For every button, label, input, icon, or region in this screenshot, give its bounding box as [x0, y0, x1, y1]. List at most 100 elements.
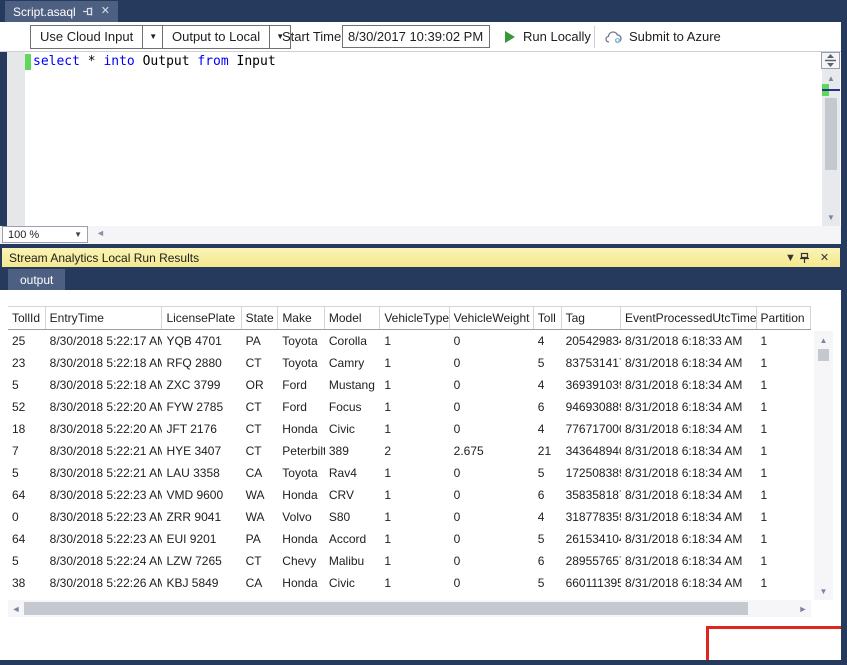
- close-icon[interactable]: ✕: [816, 251, 833, 264]
- table-header-row: TollIdEntryTimeLicensePlateStateMakeMode…: [8, 306, 811, 330]
- start-time-input[interactable]: [342, 25, 490, 48]
- scroll-left-icon[interactable]: ◄: [8, 601, 24, 616]
- table-cell: 1: [380, 418, 449, 440]
- table-cell: 1: [757, 572, 811, 594]
- table-body: 258/30/2018 5:22:17 AMYQB 4701PAToyotaCo…: [8, 330, 811, 600]
- window-position-icon[interactable]: ▼: [782, 252, 799, 264]
- table-cell: FYW 2785: [162, 396, 241, 418]
- table-cell: OR: [242, 374, 279, 396]
- column-header-eventprocessedutctime[interactable]: EventProcessedUtcTime: [621, 307, 757, 329]
- table-row[interactable]: 58/30/2018 5:22:21 AMLAU 3358CAToyotaRav…: [8, 462, 811, 484]
- table-row[interactable]: 238/30/2018 5:22:18 AMRFQ 2880CTToyotaCa…: [8, 352, 811, 374]
- table-row[interactable]: 08/30/2018 5:22:23 AMZRR 9041WAVolvoS801…: [8, 506, 811, 528]
- pin-icon[interactable]: [83, 6, 94, 17]
- table-cell: Honda: [278, 572, 325, 594]
- input-source-dropdown[interactable]: Use Cloud Input ▼: [30, 25, 164, 49]
- chevron-down-icon[interactable]: ▼: [142, 26, 163, 48]
- tab-output[interactable]: output: [8, 269, 65, 290]
- zoom-level-dropdown[interactable]: 100 % ▼: [2, 226, 88, 243]
- table-cell: 1: [380, 572, 449, 594]
- table-row[interactable]: 78/30/2018 5:22:21 AMHYE 3407CTPeterbilt…: [8, 440, 811, 462]
- query-code-line[interactable]: select * into Output from Input: [33, 54, 276, 69]
- table-cell: 837531417: [562, 352, 621, 374]
- table-row[interactable]: 648/30/2018 5:22:23 AMEUI 9201PAHondaAcc…: [8, 528, 811, 550]
- results-panel-titlebar[interactable]: Stream Analytics Local Run Results ▼ ✕: [2, 248, 840, 267]
- table-cell: 2.675: [450, 440, 534, 462]
- output-target-dropdown[interactable]: Output to Local ▼: [162, 25, 291, 49]
- editor-vertical-scrollbar[interactable]: ▲ ▼: [822, 52, 840, 226]
- table-cell: ZRR 9041: [162, 506, 241, 528]
- table-cell: 1: [380, 550, 449, 572]
- table-cell: KBJ 5849: [162, 572, 241, 594]
- table-cell: 389: [325, 440, 380, 462]
- table-horizontal-scrollbar[interactable]: ◄ ►: [8, 600, 811, 617]
- table-cell: 5: [8, 462, 46, 484]
- column-header-partition[interactable]: Partition: [757, 307, 811, 329]
- table-cell: 8/30/2018 5:22:26 AM: [46, 572, 163, 594]
- table-cell: 8/31/2018 6:18:34 AM: [621, 374, 757, 396]
- scroll-right-icon[interactable]: ►: [795, 601, 811, 616]
- scroll-up-icon[interactable]: ▲: [822, 71, 840, 85]
- code-editor[interactable]: select * into Output from Input: [0, 52, 841, 226]
- table-cell: 1: [757, 374, 811, 396]
- table-cell: 8/31/2018 6:18:34 AM: [621, 484, 757, 506]
- column-header-state[interactable]: State: [242, 307, 279, 329]
- run-locally-button[interactable]: Run Locally: [505, 29, 591, 44]
- table-row[interactable]: 648/30/2018 5:22:23 AMVMD 9600WAHondaCRV…: [8, 484, 811, 506]
- input-source-value: Use Cloud Input: [31, 26, 142, 48]
- tab-script-asaql[interactable]: Script.asaql ✕: [5, 1, 118, 22]
- table-row[interactable]: 188/30/2018 5:22:20 AMJFT 2176CTHondaCiv…: [8, 418, 811, 440]
- table-cell: Toyota: [278, 462, 325, 484]
- table-cell: CT: [242, 396, 279, 418]
- table-cell: 1: [757, 396, 811, 418]
- table-cell: LAU 3358: [162, 462, 241, 484]
- table-cell: 0: [450, 572, 534, 594]
- pin-icon[interactable]: [799, 252, 816, 263]
- column-header-model[interactable]: Model: [325, 307, 380, 329]
- scrollbar-thumb[interactable]: [825, 98, 837, 170]
- scrollbar-thumb[interactable]: [818, 349, 829, 361]
- column-header-make[interactable]: Make: [278, 307, 325, 329]
- results-footer: Open Results Folder: [0, 618, 841, 660]
- table-cell: CT: [242, 352, 279, 374]
- table-cell: 8/30/2018 5:22:20 AM: [46, 418, 163, 440]
- split-window-handle[interactable]: [821, 52, 840, 69]
- table-cell: 261534104: [562, 528, 621, 550]
- column-header-vehicleweight[interactable]: VehicleWeight: [450, 307, 534, 329]
- table-row[interactable]: 258/30/2018 5:22:17 AMYQB 4701PAToyotaCo…: [8, 330, 811, 352]
- table-cell: 0: [450, 550, 534, 572]
- scroll-down-icon[interactable]: ▼: [814, 584, 833, 598]
- column-header-toll[interactable]: Toll: [534, 307, 562, 329]
- close-icon[interactable]: ✕: [101, 6, 110, 17]
- scroll-up-icon[interactable]: ▲: [814, 333, 833, 347]
- table-cell: 172508389: [562, 462, 621, 484]
- scroll-down-icon[interactable]: ▼: [822, 210, 840, 224]
- table-cell: Honda: [278, 528, 325, 550]
- column-header-vehicletype[interactable]: VehicleType: [380, 307, 449, 329]
- column-header-tollid[interactable]: TollId: [8, 307, 46, 329]
- table-cell: 38: [8, 572, 46, 594]
- table-cell: PA: [242, 330, 279, 352]
- table-cell: WA: [242, 506, 279, 528]
- table-cell: 5: [534, 572, 562, 594]
- cloud-upload-icon: [605, 30, 623, 44]
- column-header-licenseplate[interactable]: LicensePlate: [162, 307, 241, 329]
- table-row[interactable]: 388/30/2018 5:22:26 AMKBJ 5849CAHondaCiv…: [8, 572, 811, 594]
- submit-to-azure-button[interactable]: Submit to Azure: [605, 29, 721, 44]
- table-row[interactable]: 58/30/2018 5:22:24 AMLZW 7265CTChevyMali…: [8, 550, 811, 572]
- table-cell: PA: [242, 528, 279, 550]
- column-header-tag[interactable]: Tag: [562, 307, 621, 329]
- results-panel-title: Stream Analytics Local Run Results: [9, 251, 199, 265]
- table-cell: 318778359: [562, 506, 621, 528]
- table-cell: 21: [534, 440, 562, 462]
- scroll-left-icon[interactable]: ◄: [96, 228, 105, 238]
- table-cell: Ford: [278, 396, 325, 418]
- table-cell: 1: [757, 330, 811, 352]
- table-cell: CRV: [325, 484, 380, 506]
- table-row[interactable]: 58/30/2018 5:22:18 AMZXC 3799ORFordMusta…: [8, 374, 811, 396]
- table-vertical-scrollbar[interactable]: ▲ ▼: [814, 331, 833, 600]
- column-header-entrytime[interactable]: EntryTime: [46, 307, 163, 329]
- scrollbar-thumb[interactable]: [24, 602, 748, 615]
- table-row[interactable]: 528/30/2018 5:22:20 AMFYW 2785CTFordFocu…: [8, 396, 811, 418]
- table-cell: 4: [534, 374, 562, 396]
